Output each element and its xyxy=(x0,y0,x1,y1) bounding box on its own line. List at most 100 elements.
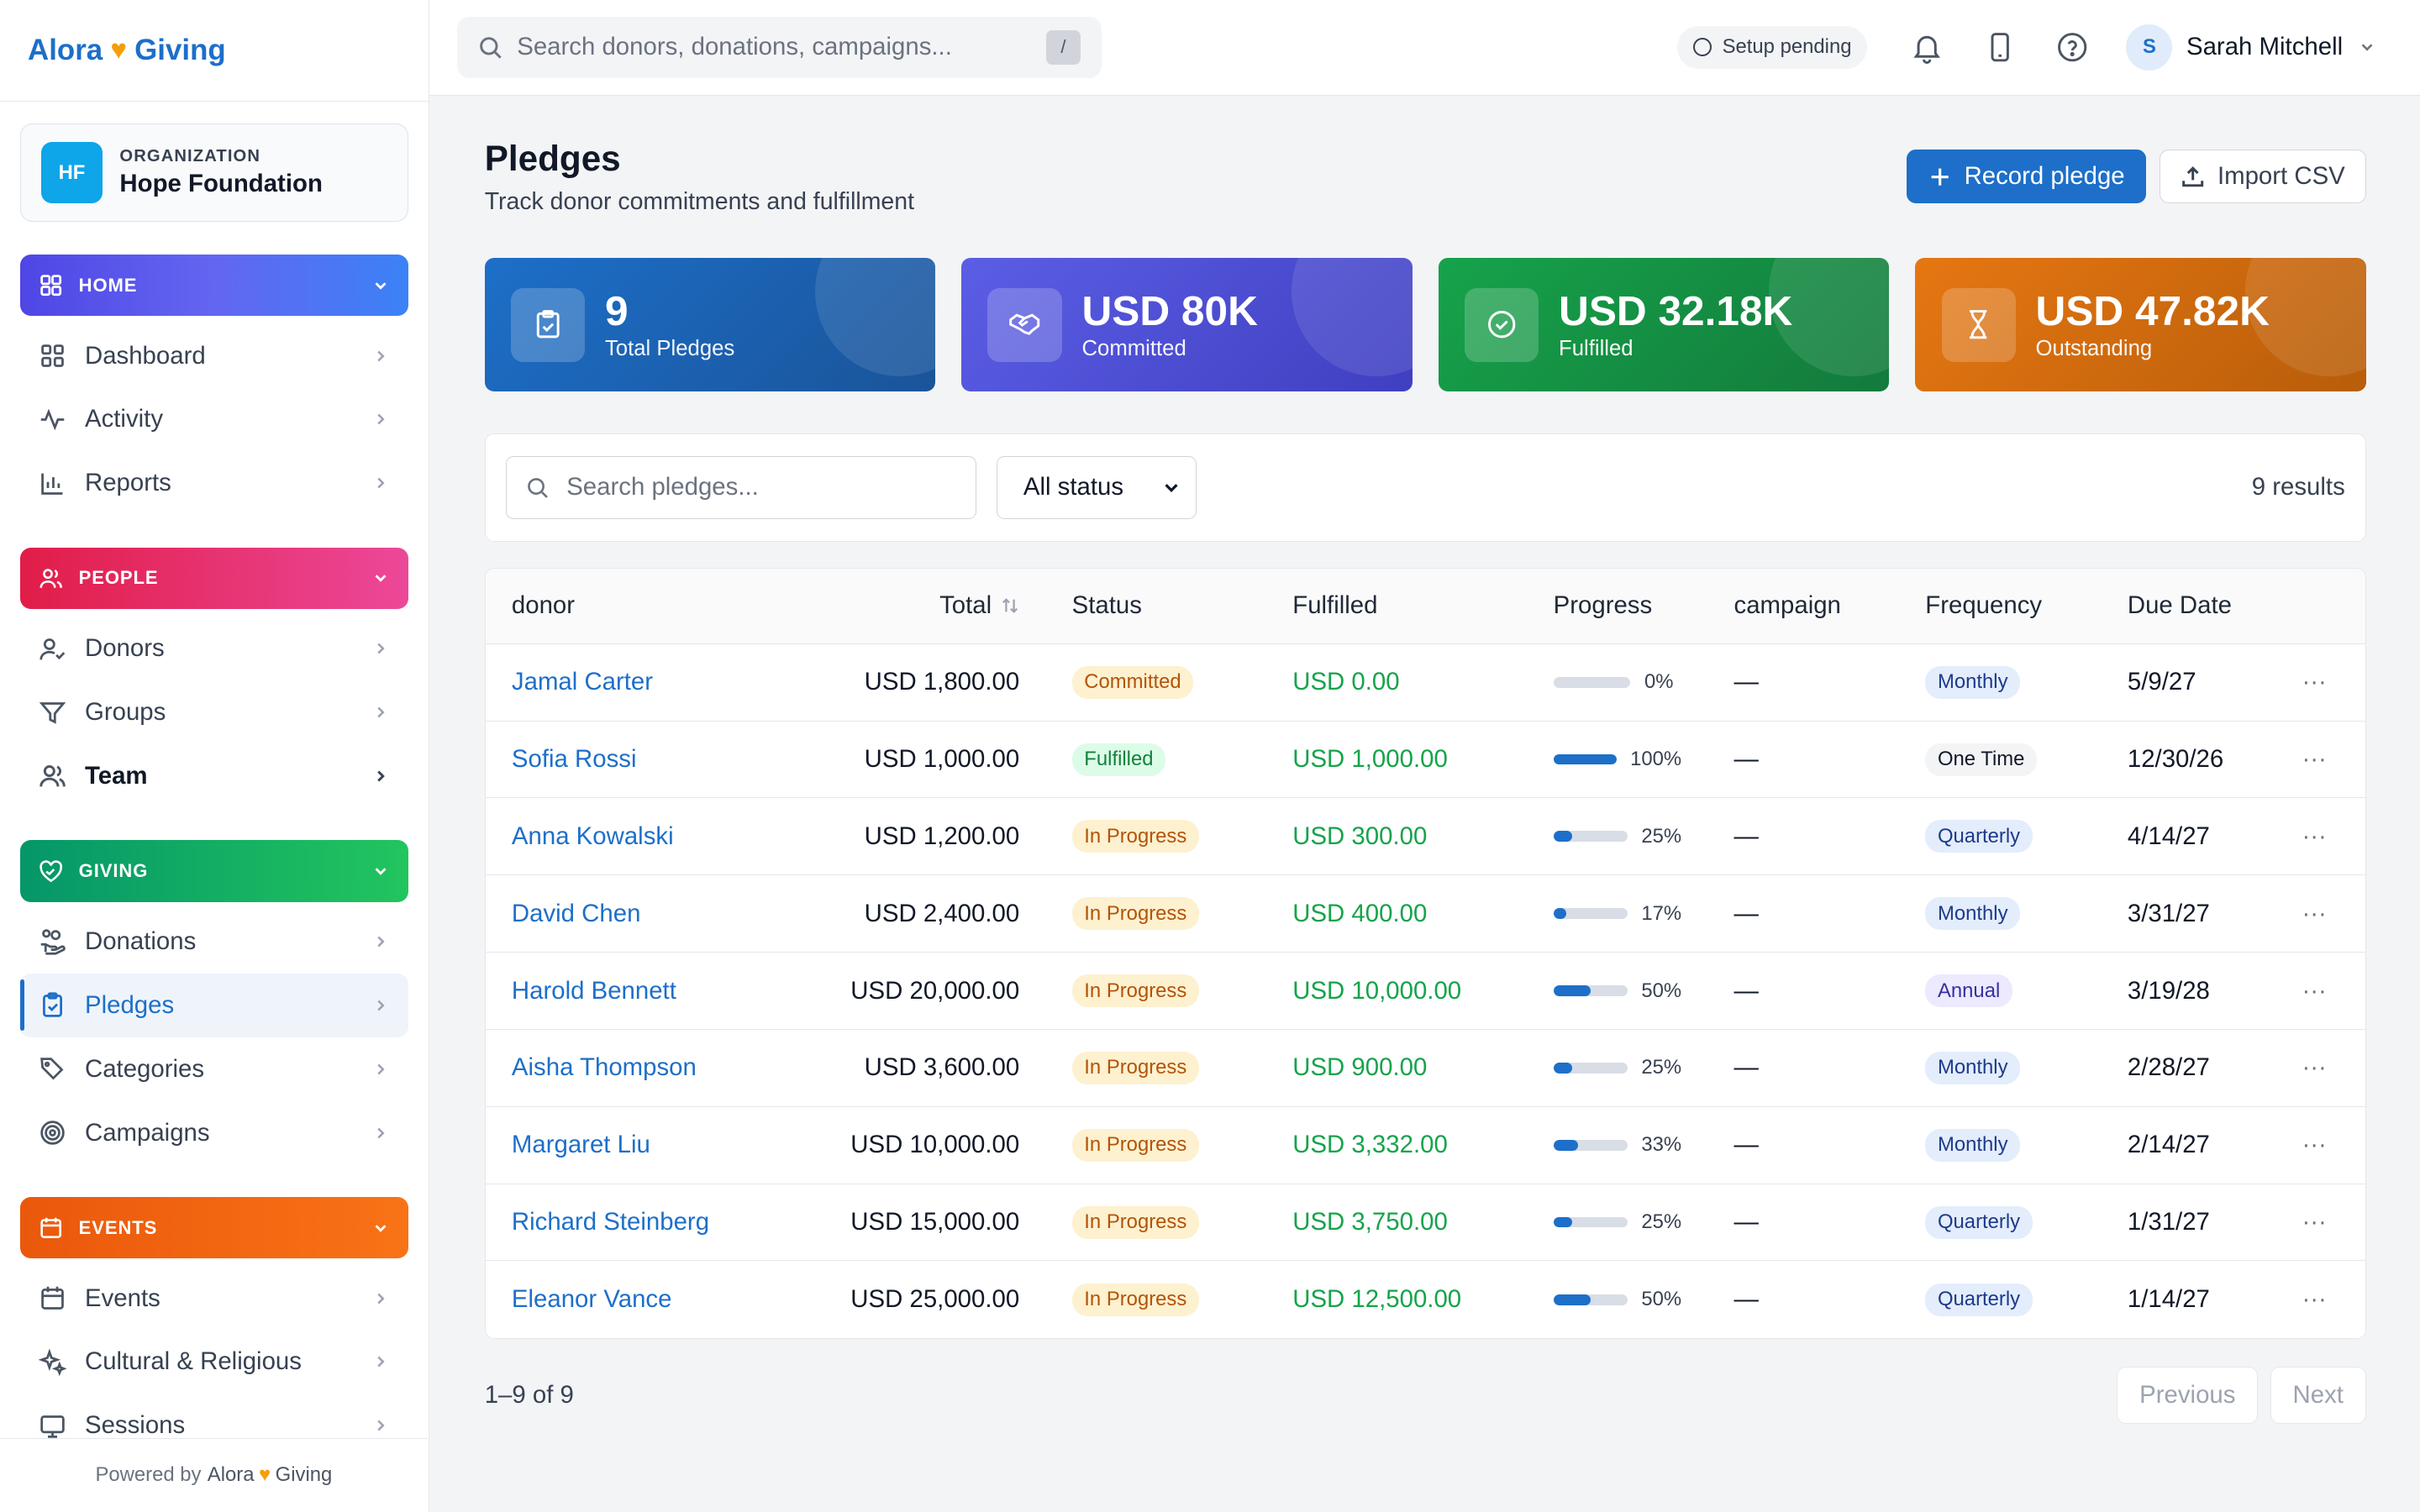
frequency-badge: One Time xyxy=(1925,743,2038,776)
sidebar-item-team[interactable]: Team xyxy=(20,744,408,808)
column-header-status[interactable]: Status xyxy=(1019,591,1240,620)
section-home-toggle[interactable]: HOME xyxy=(19,255,408,317)
record-pledge-button[interactable]: Record pledge xyxy=(1906,150,2146,204)
row-actions-menu[interactable]: ··· xyxy=(2262,1053,2354,1082)
due-date: 12/30/26 xyxy=(2127,745,2224,774)
sidebar-item-groups[interactable]: Groups xyxy=(20,680,408,744)
progress-bar-fill xyxy=(1553,908,1566,920)
table-row[interactable]: Eleanor Vance USD 25,000.00 In Progress USD… xyxy=(486,1261,2365,1338)
section-events-toggle[interactable]: EVENTS xyxy=(19,1197,408,1259)
more-horizontal-icon: ··· xyxy=(2302,1285,2327,1314)
row-actions-menu[interactable]: ··· xyxy=(2262,1131,2354,1159)
row-actions-menu[interactable]: ··· xyxy=(2262,900,2354,928)
global-search[interactable]: / xyxy=(456,16,1102,79)
row-actions-menu[interactable]: ··· xyxy=(2262,822,2354,851)
status-badge: Fulfilled xyxy=(1071,743,1166,776)
status-badge: In Progress xyxy=(1071,1205,1199,1239)
table-row[interactable]: Sofia Rossi USD 1,000.00 Fulfilled USD 1,00… xyxy=(485,722,2365,799)
pledge-total: USD 15,000.00 xyxy=(850,1208,1020,1236)
sidebar-item-reports[interactable]: Reports xyxy=(20,451,408,515)
chevron-right-icon xyxy=(371,1289,390,1308)
column-header-donor[interactable]: donor xyxy=(486,591,801,620)
table-row[interactable]: Aisha Thompson USD 3,600.00 In Progress USD… xyxy=(485,1030,2365,1107)
sort-icon[interactable] xyxy=(1001,596,1019,615)
help-icon[interactable] xyxy=(2055,30,2089,64)
progress-bar xyxy=(1553,753,1617,765)
sidebar-item-dashboard[interactable]: Dashboard xyxy=(20,324,408,388)
import-csv-button[interactable]: Import CSV xyxy=(2160,150,2366,204)
clipboard-check-icon xyxy=(510,287,586,362)
sidebar-item-events[interactable]: Events xyxy=(20,1267,408,1331)
row-actions-menu[interactable]: ··· xyxy=(2262,668,2354,696)
chevron-down-icon xyxy=(1162,478,1181,496)
page-title: Pledges xyxy=(484,139,621,179)
column-header-total[interactable]: Total xyxy=(800,591,1019,620)
sidebar-item-donations[interactable]: Donations xyxy=(20,910,408,974)
sidebar: Alora ♥ Giving HF ORGANIZATION Hope Foun… xyxy=(0,0,429,1512)
next-page-button[interactable]: Next xyxy=(2270,1367,2366,1425)
bell-icon[interactable] xyxy=(1910,30,1944,65)
sidebar-item-cultural-religious[interactable]: Cultural & Religious xyxy=(20,1331,408,1394)
mobile-icon[interactable] xyxy=(1983,30,2017,64)
pledge-search-input[interactable] xyxy=(566,473,955,502)
brand-logo[interactable]: Alora ♥ Giving xyxy=(0,0,429,102)
sidebar-item-categories[interactable]: Categories xyxy=(20,1037,408,1101)
stats-row: 9 Total Pledges USD 80K Committed USD 32… xyxy=(484,257,2366,392)
progress-bar xyxy=(1553,1139,1628,1151)
campaign-value: — xyxy=(1733,1053,1759,1082)
progress-bar xyxy=(1553,1062,1628,1074)
progress-percent: 50% xyxy=(1641,1288,1682,1311)
sidebar-item-label: Donations xyxy=(84,927,197,956)
row-actions-menu[interactable]: ··· xyxy=(2262,977,2354,1005)
sidebar-item-label: Categories xyxy=(84,1054,205,1083)
section-giving-toggle[interactable]: GIVING xyxy=(19,840,408,902)
previous-page-button[interactable]: Previous xyxy=(2117,1367,2259,1425)
stat-card-fulfilled: USD 32.18K Fulfilled xyxy=(1438,257,1890,392)
table-row[interactable]: Margaret Liu USD 10,000.00 In Progress USD … xyxy=(485,1107,2365,1184)
table-row[interactable]: Jamal Carter USD 1,800.00 Committed USD 0.0… xyxy=(485,644,2365,722)
donor-link[interactable]: Eleanor Vance xyxy=(512,1285,672,1313)
sidebar-item-pledges[interactable]: Pledges xyxy=(19,973,408,1037)
section-people-toggle[interactable]: PEOPLE xyxy=(19,547,408,610)
donor-link[interactable]: Margaret Liu xyxy=(512,1131,650,1158)
table-row[interactable]: David Chen USD 2,400.00 In Progress USD 400… xyxy=(485,875,2365,953)
global-search-input[interactable] xyxy=(517,33,1047,62)
setup-status-badge[interactable]: Setup pending xyxy=(1677,25,1867,70)
pledge-search[interactable] xyxy=(505,455,976,519)
sidebar-item-campaigns[interactable]: Campaigns xyxy=(20,1101,408,1165)
fulfilled-amount: USD 3,332.00 xyxy=(1292,1131,1448,1159)
donor-link[interactable]: Harold Bennett xyxy=(512,977,676,1005)
user-menu[interactable]: S Sarah Mitchell xyxy=(2126,24,2376,71)
status-filter-value: All status xyxy=(1023,473,1124,501)
donor-link[interactable]: Jamal Carter xyxy=(512,668,653,696)
chevron-down-icon xyxy=(2358,38,2376,56)
table-row[interactable]: Anna Kowalski USD 1,200.00 In Progress USD … xyxy=(485,798,2365,876)
column-header-fulfilled[interactable]: Fulfilled xyxy=(1240,591,1501,620)
column-header-campaign[interactable]: campaign xyxy=(1681,591,1875,620)
status-filter-select[interactable]: All status xyxy=(996,455,1197,519)
sidebar-item-activity[interactable]: Activity xyxy=(20,388,408,452)
row-actions-menu[interactable]: ··· xyxy=(2262,1285,2354,1314)
column-header-due-date[interactable]: Due Date xyxy=(2076,591,2261,620)
sidebar-item-donors[interactable]: Donors xyxy=(20,617,408,680)
column-header-frequency[interactable]: Frequency xyxy=(1875,591,2077,620)
chevron-right-icon xyxy=(371,703,390,722)
donor-link[interactable]: Aisha Thompson xyxy=(512,1053,697,1081)
donor-link[interactable]: Sofia Rossi xyxy=(512,745,637,773)
frequency-badge: Annual xyxy=(1925,974,2012,1008)
organization-switcher[interactable]: HF ORGANIZATION Hope Foundation xyxy=(19,123,408,223)
column-header-progress[interactable]: Progress xyxy=(1501,591,1681,620)
donor-link[interactable]: Anna Kowalski xyxy=(512,822,674,850)
table-row[interactable]: Richard Steinberg USD 15,000.00 In Progres… xyxy=(485,1184,2365,1262)
donor-link[interactable]: Richard Steinberg xyxy=(512,1208,709,1236)
row-actions-menu[interactable]: ··· xyxy=(2262,1208,2354,1236)
progress-percent: 17% xyxy=(1641,901,1682,925)
footer-prefix: Powered by xyxy=(95,1463,202,1487)
due-date: 1/14/27 xyxy=(2127,1285,2210,1314)
fulfilled-amount: USD 3,750.00 xyxy=(1292,1208,1448,1236)
donor-link[interactable]: David Chen xyxy=(512,900,641,927)
table-row[interactable]: Harold Bennett USD 20,000.00 In Progress US… xyxy=(485,953,2365,1030)
row-actions-menu[interactable]: ··· xyxy=(2262,745,2354,774)
frequency-badge: Monthly xyxy=(1925,897,2021,931)
sidebar-item-label: Dashboard xyxy=(84,341,206,370)
